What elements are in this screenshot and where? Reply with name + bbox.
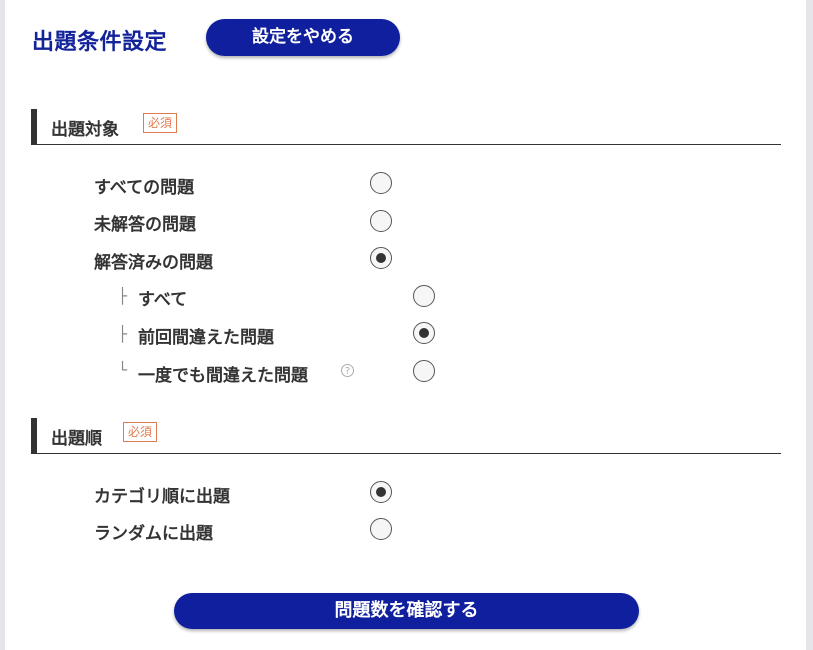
option-category-order-label: カテゴリ順に出題 <box>94 487 230 507</box>
cancel-settings-button[interactable]: 設定をやめる <box>206 19 400 56</box>
tree-branch-end: └ <box>118 361 128 379</box>
option-category-order-radio[interactable] <box>370 481 392 503</box>
option-random-order-label: ランダムに出題 <box>94 524 213 544</box>
option-random-order-radio[interactable] <box>370 518 392 540</box>
option-answered-label: 解答済みの問題 <box>94 253 213 273</box>
option-all-label: すべての問題 <box>94 178 195 198</box>
required-badge: 必須 <box>143 113 178 133</box>
option-unanswered-radio[interactable] <box>370 210 392 232</box>
suboption-ever-wrong-radio[interactable] <box>413 360 435 382</box>
option-all-radio[interactable] <box>370 172 392 194</box>
section-header-order: 出題順 必須 <box>31 418 781 454</box>
suboption-all-label: すべて <box>138 290 188 310</box>
suboption-last-wrong-radio[interactable] <box>413 322 435 344</box>
tree-branch: ├ <box>118 287 128 305</box>
section-header-target: 出題対象 必須 <box>31 109 781 145</box>
page-title: 出題条件設定 <box>32 30 168 55</box>
help-icon[interactable]: ? <box>341 364 354 377</box>
tree-branch: ├ <box>118 325 128 343</box>
option-unanswered-label: 未解答の問題 <box>94 215 196 235</box>
confirm-question-count-button[interactable]: 問題数を確認する <box>174 593 639 629</box>
suboption-ever-wrong-label: 一度でも間違えた問題 <box>138 366 308 386</box>
suboption-last-wrong-label: 前回間違えた問題 <box>138 328 274 348</box>
suboption-all-radio[interactable] <box>413 285 435 307</box>
section-title-order: 出題順 <box>51 429 102 449</box>
section-title-target: 出題対象 <box>51 120 119 140</box>
option-answered-radio[interactable] <box>370 247 392 269</box>
required-badge: 必須 <box>123 422 158 442</box>
settings-panel: 出題条件設定 設定をやめる 出題対象 必須 すべての問題 未解答の問題 解答済み… <box>5 0 806 650</box>
